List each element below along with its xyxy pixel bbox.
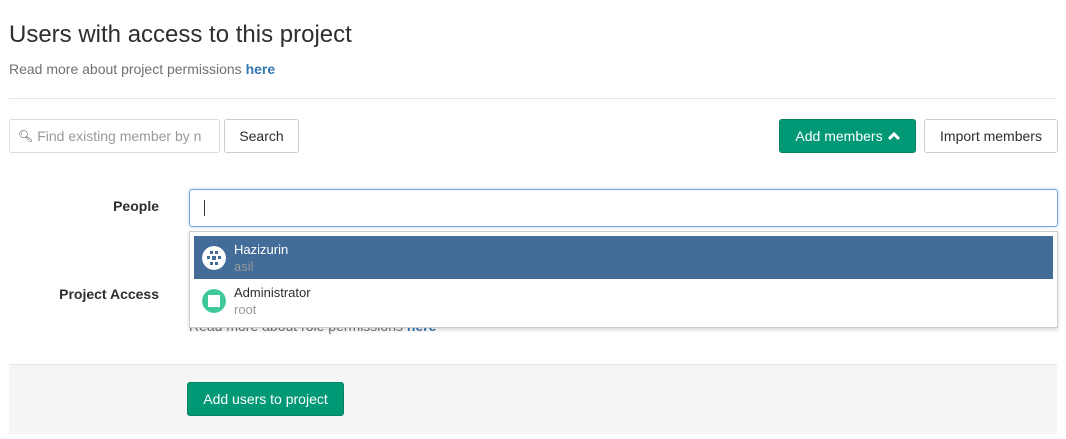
import-members-button[interactable]: Import members — [924, 119, 1058, 153]
page-title: Users with access to this project — [9, 21, 352, 48]
people-dropdown: Hazizurin asil Administrator root — [189, 231, 1058, 328]
subtitle-text: Read more about project permissions — [9, 61, 246, 77]
people-label: People — [113, 198, 159, 214]
search-placeholder: Find existing member by n — [37, 128, 202, 144]
user-username: root — [234, 301, 257, 317]
project-access-label: Project Access — [59, 286, 159, 302]
divider — [9, 98, 1057, 99]
page-subtitle: Read more about project permissions here — [9, 61, 275, 77]
add-users-to-project-button[interactable]: Add users to project — [187, 382, 344, 416]
add-members-button[interactable]: Add members — [779, 119, 916, 153]
avatar — [202, 288, 226, 313]
chevron-up-icon — [887, 131, 900, 141]
dropdown-item[interactable]: Hazizurin asil — [194, 236, 1053, 279]
user-name: Administrator — [234, 284, 311, 300]
add-members-label: Add members — [795, 128, 883, 144]
text-caret — [204, 200, 205, 216]
permissions-link[interactable]: here — [246, 61, 276, 77]
avatar — [202, 245, 226, 270]
people-input[interactable] — [189, 189, 1058, 227]
member-search-input[interactable]: 🔍︎ Find existing member by n — [9, 119, 220, 153]
dropdown-item[interactable]: Administrator root — [194, 279, 1053, 322]
user-name: Hazizurin — [234, 241, 289, 257]
user-username: asil — [234, 258, 254, 274]
form-actions — [9, 364, 1057, 434]
search-icon: 🔍︎ — [18, 129, 34, 143]
search-button[interactable]: Search — [224, 119, 299, 153]
